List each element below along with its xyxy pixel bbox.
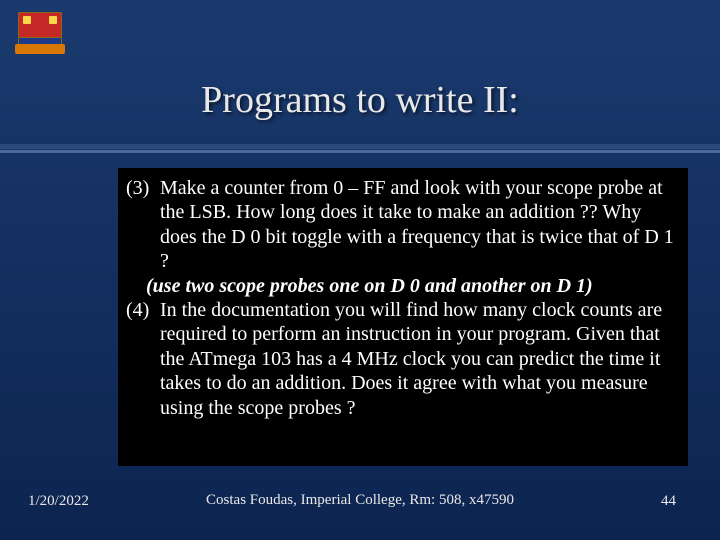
footer-author: Costas Foudas, Imperial College, Rm: 508… [206, 492, 514, 509]
exercise-3: (3) Make a counter from 0 – FF and look … [124, 176, 678, 274]
slide-body: (3) Make a counter from 0 – FF and look … [118, 168, 688, 466]
footer-page-number: 44 [661, 493, 676, 510]
slide-footer: 1/20/2022 Costas Foudas, Imperial Colleg… [0, 484, 720, 518]
exercise-3-text: Make a counter from 0 – FF and look with… [160, 176, 678, 274]
title-underline [0, 144, 720, 154]
exercise-3-hint: (use two scope probes one on D 0 and ano… [124, 274, 678, 298]
exercise-4-text: In the documentation you will find how m… [160, 298, 678, 420]
university-crest-logo [10, 12, 70, 60]
footer-date: 1/20/2022 [28, 493, 89, 510]
exercise-4-number: (4) [124, 298, 160, 420]
exercise-3-number: (3) [124, 176, 160, 274]
slide-title: Programs to write II: [0, 78, 720, 122]
exercise-4: (4) In the documentation you will find h… [124, 298, 678, 420]
